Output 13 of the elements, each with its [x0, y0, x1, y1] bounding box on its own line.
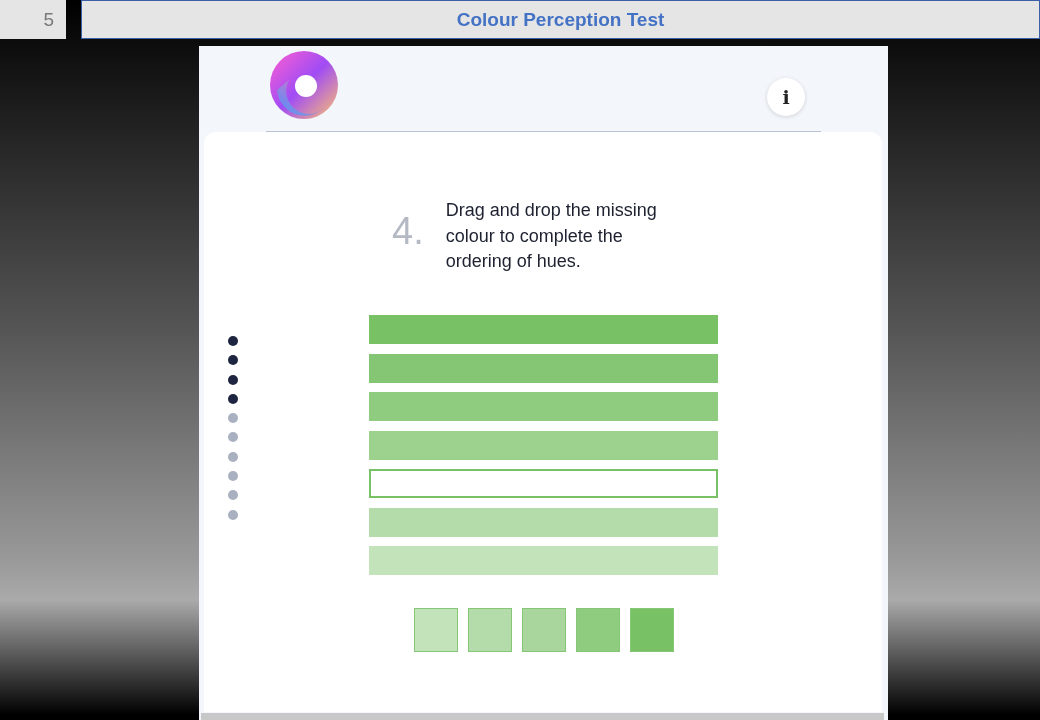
question-text: Drag and drop the missing colour to complete the ordering of hues.	[445, 199, 658, 273]
slide-title: Colour Perception Test	[81, 0, 1040, 39]
scrollbar[interactable]	[201, 713, 884, 720]
colour-swatch[interactable]	[576, 608, 620, 652]
drop-slot[interactable]	[369, 469, 718, 498]
question-number: 4.	[392, 210, 424, 254]
logo-icon	[269, 50, 339, 120]
slide-number: 5	[0, 0, 66, 39]
colour-swatch[interactable]	[468, 608, 512, 652]
colour-swatch[interactable]	[414, 608, 458, 652]
colour-swatch[interactable]	[630, 608, 674, 652]
colour-swatch[interactable]	[522, 608, 566, 652]
info-button[interactable]: i	[767, 78, 805, 116]
